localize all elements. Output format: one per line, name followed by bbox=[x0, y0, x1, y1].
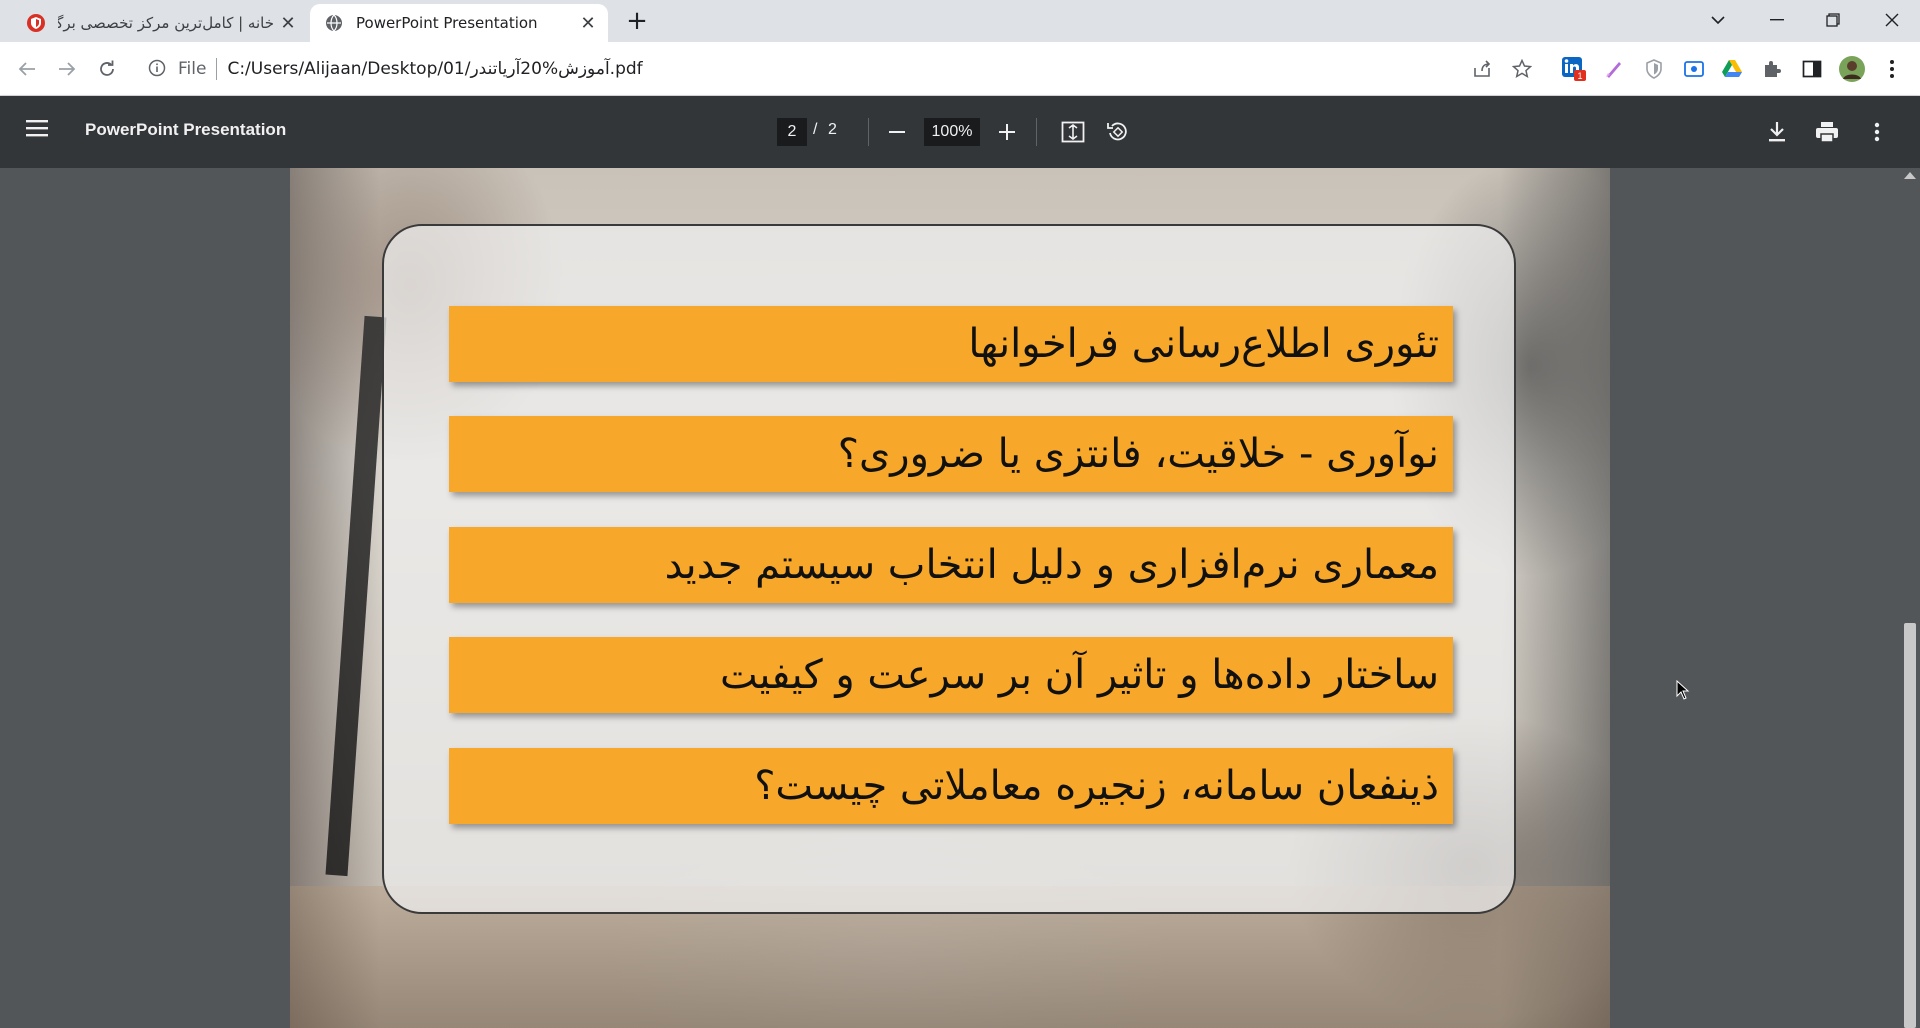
rotate-icon[interactable] bbox=[1103, 117, 1133, 147]
slide-item: ذینفعان سامانه، زنجیره معاملاتی چیست؟ bbox=[449, 748, 1453, 824]
slide-item-text: نوآوری - خلاقیت، فانتزی یا ضروری؟ bbox=[837, 431, 1439, 477]
tab-title: خانه | کامل‌ترین مرکز تخصصی برگزاری دوره bbox=[58, 14, 274, 32]
scrollbar-thumb[interactable] bbox=[1904, 623, 1916, 1028]
pdf-viewer-area[interactable]: تئوری اطلاع‌رسانی فراخوانها نوآوری - خلا… bbox=[0, 168, 1920, 1028]
sidebar-menu-icon[interactable] bbox=[26, 118, 56, 146]
print-icon[interactable] bbox=[1812, 117, 1842, 147]
slide-item-text: تئوری اطلاع‌رسانی فراخوانها bbox=[968, 321, 1439, 367]
restore-icon[interactable] bbox=[1805, 0, 1861, 40]
slide-item-text: ساختار داده‌ها و تاثیر آن بر سرعت و کیفی… bbox=[719, 652, 1439, 698]
profile-avatar[interactable] bbox=[1838, 55, 1866, 83]
page-separator: / bbox=[813, 121, 818, 138]
shield-favicon-icon bbox=[24, 11, 48, 35]
info-icon[interactable] bbox=[148, 59, 168, 79]
address-bar[interactable]: File C:/Users/Alijaan/Desktop/01/آموزش%2… bbox=[138, 49, 1538, 89]
pen-extension-icon[interactable] bbox=[1600, 55, 1628, 83]
new-tab-button[interactable]: + bbox=[622, 6, 652, 36]
scroll-up-arrow-icon[interactable] bbox=[1904, 172, 1916, 179]
fit-page-icon[interactable] bbox=[1058, 117, 1088, 147]
side-panel-icon[interactable] bbox=[1798, 55, 1826, 83]
toolbar-divider bbox=[868, 118, 869, 146]
vertical-scrollbar[interactable] bbox=[1900, 168, 1920, 1028]
google-drive-icon[interactable] bbox=[1718, 55, 1746, 83]
toolbar-divider bbox=[1036, 118, 1037, 146]
minimize-icon[interactable] bbox=[1749, 0, 1805, 40]
extension-badge: 1 bbox=[1577, 71, 1582, 81]
browser-toolbar: File C:/Users/Alijaan/Desktop/01/آموزش%2… bbox=[0, 42, 1920, 96]
extensions-puzzle-icon[interactable] bbox=[1758, 55, 1786, 83]
tab-active[interactable]: PowerPoint Presentation ✕ bbox=[310, 4, 608, 42]
slide-item: تئوری اطلاع‌رسانی فراخوانها bbox=[449, 306, 1453, 382]
slide-content-panel: تئوری اطلاع‌رسانی فراخوانها نوآوری - خلا… bbox=[382, 224, 1516, 914]
close-window-icon[interactable] bbox=[1864, 0, 1920, 40]
zoom-out-icon[interactable] bbox=[882, 117, 912, 147]
url-scheme: File bbox=[178, 59, 207, 79]
tab-inactive[interactable]: خانه | کامل‌ترین مرکز تخصصی برگزاری دوره… bbox=[12, 4, 308, 42]
zoom-level-input[interactable]: 100% bbox=[924, 118, 980, 146]
forward-icon[interactable] bbox=[52, 54, 82, 84]
page-number-input[interactable]: 2 bbox=[777, 118, 807, 146]
reload-icon[interactable] bbox=[92, 54, 122, 84]
pdf-document-title: PowerPoint Presentation bbox=[85, 120, 287, 139]
slide-item: ساختار داده‌ها و تاثیر آن بر سرعت و کیفی… bbox=[449, 637, 1453, 713]
tab-title: PowerPoint Presentation bbox=[356, 14, 538, 32]
globe-icon bbox=[322, 11, 346, 35]
bookmark-star-icon[interactable] bbox=[1508, 55, 1536, 83]
tab-strip: خانه | کامل‌ترین مرکز تخصصی برگزاری دوره… bbox=[0, 0, 1920, 42]
mouse-cursor-icon bbox=[1676, 679, 1690, 704]
chrome-menu-icon[interactable] bbox=[1878, 55, 1906, 83]
download-icon[interactable] bbox=[1762, 117, 1792, 147]
pdf-toolbar: PowerPoint Presentation 2 / 2 100% bbox=[0, 96, 1920, 168]
screen-recorder-extension-icon[interactable] bbox=[1680, 55, 1708, 83]
share-icon[interactable] bbox=[1468, 55, 1496, 83]
pdf-page: تئوری اطلاع‌رسانی فراخوانها نوآوری - خلا… bbox=[290, 168, 1610, 1028]
url-text[interactable]: C:/Users/Alijaan/Desktop/01/آموزش%20آریا… bbox=[227, 59, 642, 79]
close-tab-icon[interactable]: ✕ bbox=[574, 9, 602, 37]
tab-search-icon[interactable] bbox=[1690, 0, 1746, 40]
close-tab-icon[interactable]: ✕ bbox=[274, 9, 302, 37]
more-options-icon[interactable] bbox=[1862, 117, 1892, 147]
back-icon[interactable] bbox=[12, 54, 42, 84]
shield-extension-icon[interactable] bbox=[1640, 55, 1668, 83]
url-divider bbox=[216, 58, 218, 80]
slide-item-text: معماری نرم‌افزاری و دلیل انتخاب سیستم جد… bbox=[664, 542, 1439, 588]
zoom-in-icon[interactable] bbox=[992, 117, 1022, 147]
slide-item: نوآوری - خلاقیت، فانتزی یا ضروری؟ bbox=[449, 416, 1453, 492]
slide-item: معماری نرم‌افزاری و دلیل انتخاب سیستم جد… bbox=[449, 527, 1453, 603]
linkedin-extension-icon[interactable]: 1 bbox=[1560, 55, 1588, 83]
page-total: 2 bbox=[828, 121, 837, 138]
slide-item-text: ذینفعان سامانه، زنجیره معاملاتی چیست؟ bbox=[754, 763, 1439, 809]
